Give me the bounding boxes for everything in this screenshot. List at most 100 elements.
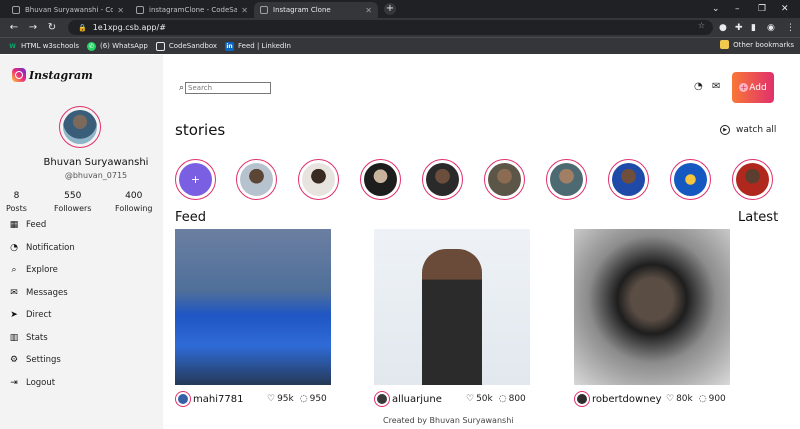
menu-dots-icon[interactable]: ⋮ [786, 18, 795, 37]
codesandbox-icon [12, 6, 20, 14]
bookmark-whatsapp[interactable]: ✆ (6) WhatsApp [86, 41, 148, 51]
post-stats: ♡ 95k ◌ 950 [267, 390, 327, 408]
messages-mail-icon[interactable]: ✉ [712, 81, 720, 92]
comments-count: 900 [708, 394, 726, 404]
sidebar-item-settings[interactable]: ⚙ Settings [8, 355, 61, 365]
bookmark-label: HTML w3schools [21, 42, 79, 50]
add-button[interactable]: + Add [732, 72, 774, 103]
story-avatar[interactable] [236, 159, 277, 200]
browser-tab-active[interactable]: Instagram Clone ✕ [254, 2, 378, 18]
post-username: robertdowney [592, 393, 662, 405]
tab-label: Bhuvan Suryawanshi - CodeSand [25, 6, 114, 14]
sidebar-item-direct[interactable]: ➤ Direct [8, 310, 51, 320]
address-bar: ← → ↻ ⌂ 🔒 1e1xpg.csb.app/# ☆ [0, 18, 800, 37]
bar-chart-icon: ▥ [9, 333, 19, 343]
browser-tab[interactable]: instagramClone - CodeSandbox ✕ [130, 2, 254, 18]
sidebar: Instagram Bhuvan Suryawanshi @bhuvan_071… [0, 55, 163, 429]
stat-value: 550 [64, 191, 82, 201]
back-icon[interactable]: ← [9, 22, 19, 33]
comment-icon[interactable]: ◌ [499, 394, 507, 404]
story-avatar[interactable] [732, 159, 773, 200]
story-avatar[interactable] [670, 159, 711, 200]
bookmark-label: (6) WhatsApp [99, 42, 148, 50]
add-story-button[interactable]: + [175, 159, 216, 200]
browser-tab-bar: Bhuvan Suryawanshi - CodeSand ✕ instagra… [0, 0, 800, 18]
search-input[interactable] [185, 81, 272, 94]
post-image[interactable] [374, 229, 530, 385]
sidebar-item-notification[interactable]: ◔ Notification [8, 243, 75, 253]
post-username: mahi7781 [193, 393, 244, 405]
profile-avatar[interactable] [59, 106, 101, 148]
post-image[interactable] [175, 229, 331, 385]
story-avatar[interactable] [608, 159, 649, 200]
watch-all-button[interactable]: ▶ watch all [720, 125, 776, 135]
post-author[interactable]: alluarjune [374, 390, 442, 408]
story-avatar[interactable] [298, 159, 339, 200]
bookmark-codesandbox[interactable]: CodeSandbox [155, 41, 217, 51]
minimize-icon[interactable]: – [735, 0, 740, 18]
codesandbox-icon [155, 41, 165, 51]
new-tab-button[interactable]: + [384, 3, 396, 15]
close-icon[interactable]: ✕ [117, 6, 124, 15]
close-window-icon[interactable]: ✕ [781, 0, 789, 18]
mail-icon: ✉ [10, 288, 18, 298]
avatar [574, 391, 590, 407]
folder-icon [720, 40, 730, 49]
linkedin-icon: in [225, 41, 235, 51]
tab-search-icon[interactable]: ⌄ [712, 0, 720, 18]
bookmark-star-icon[interactable]: ☆ [698, 21, 705, 30]
post-author[interactable]: mahi7781 [175, 390, 243, 408]
sidebar-item-logout[interactable]: ⇥ Logout [8, 378, 55, 388]
comments-count: 800 [508, 394, 526, 404]
browser-tab[interactable]: Bhuvan Suryawanshi - CodeSand ✕ [6, 2, 130, 18]
story-avatar[interactable] [546, 159, 587, 200]
sidepanel-icon[interactable]: ▮ [751, 18, 756, 37]
menu-label: Notification [26, 243, 75, 253]
profile-avatar[interactable]: ◉ [767, 18, 775, 37]
forward-icon[interactable]: → [28, 22, 38, 33]
instagram-logo[interactable]: Instagram [12, 68, 93, 82]
post-author[interactable]: robertdowney [574, 390, 662, 408]
heart-icon[interactable]: ♡ [267, 394, 275, 404]
logout-icon: ⇥ [10, 378, 18, 388]
codesandbox-icon [260, 6, 268, 14]
avatar [175, 391, 191, 407]
profile-username: @bhuvan_0715 [64, 171, 128, 180]
latest-link[interactable]: Latest [738, 210, 778, 225]
story-avatar[interactable] [422, 159, 463, 200]
story-avatar[interactable] [360, 159, 401, 200]
notification-bell-icon[interactable]: ◔ [694, 81, 703, 92]
heart-icon[interactable]: ♡ [666, 394, 674, 404]
comment-icon[interactable]: ◌ [300, 394, 308, 404]
sidebar-item-explore[interactable]: ⌕ Explore [8, 265, 57, 275]
maximize-icon[interactable]: ❐ [758, 0, 766, 18]
post-stats: ♡ 80k ◌ 900 [666, 390, 726, 408]
bookmark-w3schools[interactable]: W HTML w3schools [8, 42, 79, 51]
menu-label: Settings [26, 355, 61, 365]
sidebar-item-feed[interactable]: ▦ Feed [8, 220, 47, 230]
stat-label: Followers [54, 204, 92, 213]
stat-label: Posts [6, 204, 27, 213]
extension-icon[interactable]: ● [719, 18, 727, 37]
close-icon[interactable]: ✕ [241, 6, 248, 15]
story-avatar[interactable] [484, 159, 525, 200]
profile-name: Bhuvan Suryawanshi [43, 157, 149, 168]
bookmark-label: Feed | LinkedIn [238, 42, 291, 50]
bell-icon: ◔ [10, 243, 18, 253]
bookmark-label: Other bookmarks [733, 40, 794, 49]
bookmark-linkedin[interactable]: in Feed | LinkedIn [225, 41, 291, 51]
sidebar-item-stats[interactable]: ▥ Stats [8, 333, 48, 343]
comment-icon[interactable]: ◌ [699, 394, 707, 404]
add-label: Add [749, 82, 767, 93]
play-icon: ▶ [720, 125, 730, 135]
url-field[interactable]: 🔒 1e1xpg.csb.app/# ☆ [68, 20, 713, 35]
heart-icon[interactable]: ♡ [466, 394, 474, 404]
post-image[interactable] [574, 229, 730, 385]
lock-icon[interactable]: 🔒 [78, 24, 87, 32]
menu-label: Stats [26, 333, 48, 343]
sidebar-item-messages[interactable]: ✉ Messages [8, 288, 67, 298]
other-bookmarks[interactable]: Other bookmarks [720, 40, 794, 49]
reload-icon[interactable]: ↻ [47, 22, 57, 33]
puzzle-icon[interactable]: ✚ [735, 18, 743, 37]
close-icon[interactable]: ✕ [365, 6, 372, 15]
